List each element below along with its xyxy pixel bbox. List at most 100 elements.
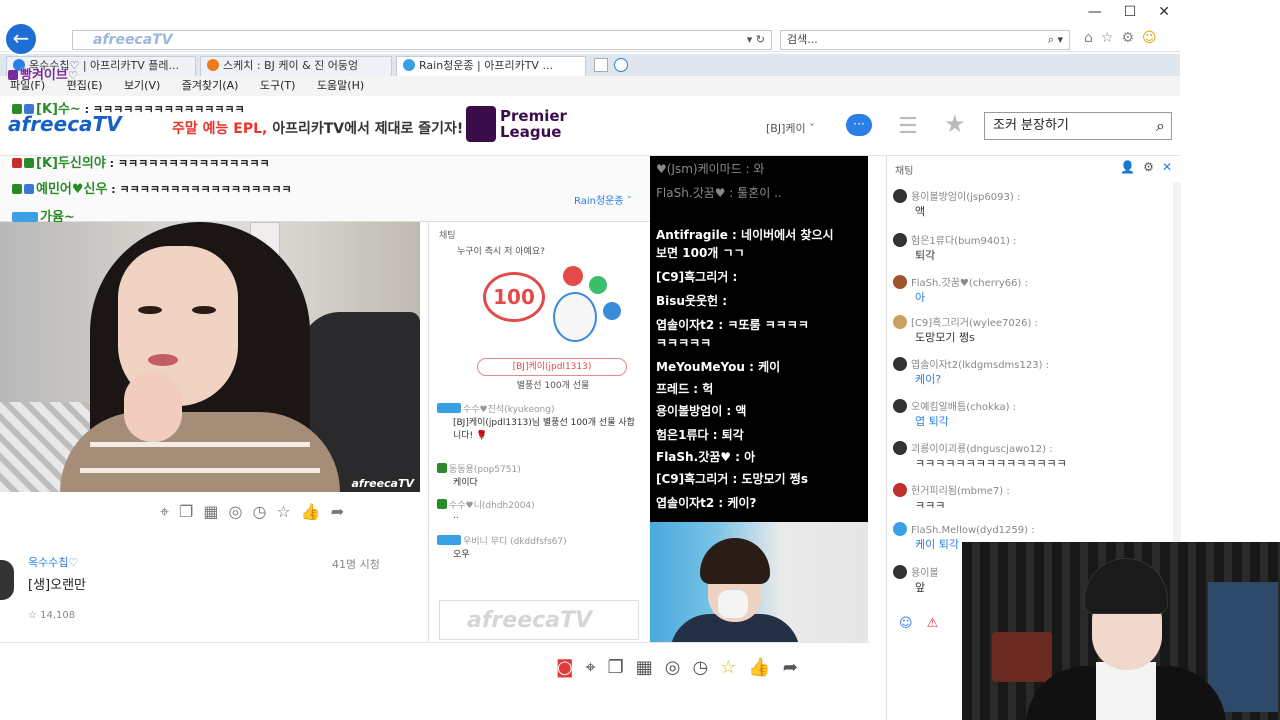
fan-badge-icon xyxy=(12,212,38,222)
hamburger-menu-icon[interactable]: ☰ xyxy=(898,114,918,139)
list-item: 엽솔이자t2(lkdgmsdms123) : 케이? xyxy=(893,356,1163,387)
cam-hair xyxy=(700,538,770,584)
menu-favorites[interactable]: 즐겨찾기(A) xyxy=(182,79,239,92)
video-hand xyxy=(124,372,182,442)
streamer-name[interactable]: 옥수수칩♡ xyxy=(28,554,78,570)
promo-banner[interactable]: 주말 예능 EPL, 아프리카TV에서 제대로 즐기자! xyxy=(172,118,463,138)
blue-badge-icon xyxy=(24,104,34,114)
bottom-toolbar-icons: ◙ ⌖ ❐ ▦ ◎ ◷ ☆ 👍 ➦ xyxy=(556,657,798,678)
cam-lamp xyxy=(992,632,1052,682)
search-icon[interactable]: ⌕ ▾ xyxy=(1048,31,1063,49)
favorite-star-icon[interactable]: ★ xyxy=(944,110,966,138)
inner-chat-watermark: afreecaTV xyxy=(467,608,593,633)
menu-view[interactable]: 보기(V) xyxy=(124,79,160,92)
overlay-chat-line: 보면 100개 ㄱㄱ xyxy=(656,246,745,260)
viewer-count: 41명 시청 xyxy=(332,558,380,571)
star-icon[interactable]: ☆ xyxy=(720,657,736,678)
avatar xyxy=(893,275,907,289)
avatar xyxy=(893,483,907,497)
alert-icon[interactable]: ⚠ xyxy=(927,616,939,631)
settings-gear-icon[interactable]: ⚙ xyxy=(1121,30,1134,46)
green-badge-icon xyxy=(12,184,22,194)
overlay-chat-line: 엽솔이자t2 : ㅋ또룸 ㅋㅋㅋㅋ xyxy=(656,318,809,332)
close-icon[interactable]: ✕ xyxy=(1158,4,1170,20)
window-controls: — ☐ ✕ xyxy=(1088,4,1170,20)
list-item: 우비니 무디 (dkddfsfs67) 오우 xyxy=(437,534,567,560)
clock-icon[interactable]: ◷ xyxy=(252,502,266,522)
overlay-chat-line: Bisu웃웃헌 : xyxy=(656,294,728,308)
refresh-icon[interactable]: ▾ ↻ xyxy=(747,31,765,49)
share-icon[interactable]: ➦ xyxy=(783,657,798,678)
minimize-icon[interactable]: — xyxy=(1088,4,1102,20)
back-icon[interactable]: ← xyxy=(4,22,38,56)
menu-tools[interactable]: 도구(T) xyxy=(260,79,296,92)
green-badge-icon xyxy=(24,158,34,168)
close-icon[interactable]: ✕ xyxy=(1162,160,1172,174)
location-pin-icon[interactable]: ⌖ xyxy=(585,657,595,678)
list-item: [C9]흑그리거(wylee7026) : 도망모기 쩡s xyxy=(893,314,1163,345)
cam-shirt xyxy=(1096,662,1156,720)
share-icon[interactable]: ➦ xyxy=(331,502,344,522)
overlay-chat-line: ♥(Jsm)케이마드 : 와 xyxy=(656,162,765,176)
overlay-chat-line: 예민어♥신우 : ㅋㅋㅋㅋㅋㅋㅋㅋㅋㅋㅋㅋㅋㅋㅋㅋㅋ xyxy=(12,178,292,197)
clock-icon[interactable]: ◷ xyxy=(692,657,708,678)
url-field[interactable]: afreecaTV ▾ ↻ xyxy=(72,30,772,50)
record-icon[interactable]: ◙ xyxy=(556,657,573,678)
streamer-info: 옥수수칩♡ [생]오랜만 41명 시청 ☆ 14,108 xyxy=(0,552,420,632)
cam-hand xyxy=(718,590,748,618)
emoticon-icon[interactable]: ☺ xyxy=(899,616,913,631)
browser-search-input[interactable]: 검색... ⌕ ▾ xyxy=(780,30,1070,50)
site-search-input[interactable]: 조커 분장하기 ⌕ xyxy=(984,112,1172,140)
tab-rain[interactable]: Rain청운종 | 아프리카TV ... xyxy=(396,56,586,76)
video-lips xyxy=(148,354,178,366)
right-chat-header: 채팅 xyxy=(895,166,914,177)
window-icon[interactable]: ❐ xyxy=(179,502,193,522)
star-icon[interactable]: ☆ xyxy=(276,502,290,522)
tab-bar: 옥수수칩♡ | 아프리카TV 플레... 스케치 : BJ 케이 & 진 어둥엉… xyxy=(0,54,1180,76)
avatar xyxy=(893,399,907,413)
site-search-value: 조커 분장하기 xyxy=(993,118,1069,133)
list-item: 헌거피리됨(mbme7) : ㅋㅋㅋ xyxy=(893,482,1163,513)
thumbs-up-icon[interactable]: 👍 xyxy=(748,657,770,678)
rain-dropdown[interactable]: Rain청운종 ˇ xyxy=(574,192,632,207)
menu-help[interactable]: 도움말(H) xyxy=(317,79,364,92)
maximize-icon[interactable]: ☐ xyxy=(1124,4,1137,20)
sweater-stripe xyxy=(90,442,310,447)
balloon-icon[interactable]: ◎ xyxy=(665,657,681,678)
gift-box-icon[interactable]: ▦ xyxy=(203,502,218,522)
page-bottom-strip xyxy=(0,698,870,720)
tab-sketch[interactable]: 스케치 : BJ 케이 & 진 어둥엉 xyxy=(200,56,392,76)
new-tab-icon[interactable] xyxy=(594,58,608,72)
browser-titlebar: — ☐ ✕ xyxy=(0,0,1180,28)
home-icon[interactable]: ⌂ xyxy=(1084,30,1093,46)
mascot-icon xyxy=(553,292,597,342)
favorites-star-icon[interactable]: ☆ xyxy=(1101,30,1114,46)
right-chat-tools: 👤 ⚙ ✕ xyxy=(1120,160,1172,174)
chat-bubble-icon[interactable]: ··· xyxy=(846,114,872,136)
settings-gear-icon[interactable]: ⚙ xyxy=(1143,160,1154,174)
balloon-icon[interactable]: ◎ xyxy=(228,502,242,522)
location-pin-icon[interactable]: ⌖ xyxy=(160,502,169,522)
overlay-chat-line: Antifragile : 네이버에서 찾으시 xyxy=(656,228,834,242)
avatar[interactable] xyxy=(0,560,14,600)
url-watermark: afreecaTV xyxy=(93,32,173,48)
gift-box-icon[interactable]: ▦ xyxy=(636,657,653,678)
overlay-chat-line: 엽솔이자t2 : 케이? xyxy=(656,496,757,510)
thumbs-up-icon[interactable]: 👍 xyxy=(301,502,321,522)
bj-dropdown[interactable]: [BJ]케이 ˇ xyxy=(766,120,815,136)
browser-toolbar-icons: ⌂ ☆ ⚙ ☺ xyxy=(1084,30,1157,46)
cam-shelf xyxy=(1208,582,1278,712)
green-badge-icon xyxy=(437,463,447,473)
avatar xyxy=(893,315,907,329)
bottom-toolbar: ◙ ⌖ ❐ ▦ ◎ ◷ ☆ 👍 ➦ xyxy=(0,642,870,698)
main-video-player[interactable]: afreecaTV xyxy=(0,222,420,492)
feedback-smiley-icon[interactable]: ☺ xyxy=(1142,30,1157,46)
avatar xyxy=(893,357,907,371)
ie-logo-icon[interactable] xyxy=(614,58,628,72)
sweater-stripe xyxy=(80,468,320,473)
user-list-icon[interactable]: 👤 xyxy=(1120,160,1135,174)
window-icon[interactable]: ❐ xyxy=(608,657,624,678)
purple-badge-icon xyxy=(8,70,18,80)
search-icon[interactable]: ⌕ xyxy=(1156,113,1165,139)
balloon-icon xyxy=(563,266,583,286)
